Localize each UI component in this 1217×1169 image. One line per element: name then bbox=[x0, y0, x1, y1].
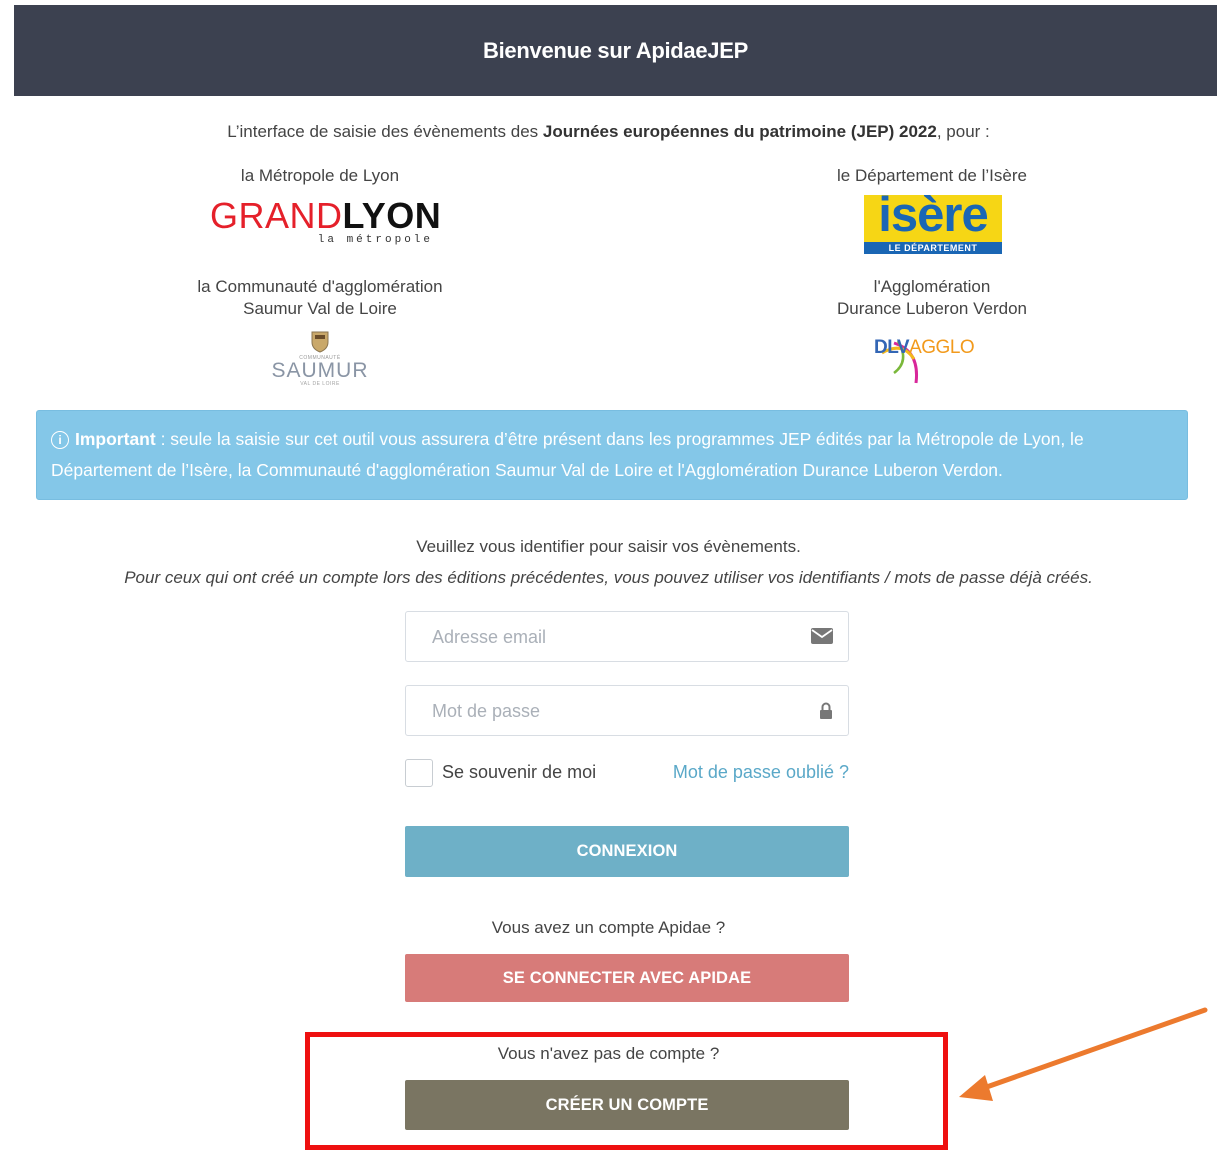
intro-suffix: , pour : bbox=[936, 122, 990, 141]
apidae-login-button[interactable]: SE CONNECTER AVEC APIDAE bbox=[405, 954, 849, 1002]
login-note: Pour ceux qui ont créé un compte lors de… bbox=[124, 568, 1093, 587]
forgot-password-link[interactable]: Mot de passe oublié ? bbox=[673, 762, 849, 783]
info-circle-icon: i bbox=[51, 431, 69, 449]
saumur-logo-sub: VAL DE LOIRE bbox=[300, 381, 340, 387]
login-instruction: Veuillez vous identifier pour saisir vos… bbox=[416, 537, 801, 556]
password-field[interactable] bbox=[405, 685, 849, 737]
alert-bold-label: Important bbox=[75, 429, 156, 449]
saumur-crest-icon bbox=[311, 331, 329, 353]
isere-logo: isère LE DÉPARTEMENT bbox=[864, 189, 1002, 254]
isere-logo-sub: LE DÉPARTEMENT bbox=[864, 242, 1002, 254]
dlva-logo: DLVAGGLO bbox=[872, 333, 994, 387]
intro-bold: Journées européennes du patrimoine (JEP)… bbox=[542, 122, 937, 141]
partner-label-isere: le Département de l’Isère bbox=[837, 166, 1027, 185]
partner-label-dlva: l'Agglomération Durance Luberon Verdon bbox=[732, 276, 1132, 320]
page-title: Bienvenue sur ApidaeJEP bbox=[483, 37, 748, 63]
intro-prefix: L’interface de saisie des évènements des bbox=[227, 122, 543, 141]
remember-me-checkbox[interactable] bbox=[405, 759, 433, 787]
connexion-button[interactable]: CONNEXION bbox=[405, 826, 849, 877]
highlight-box bbox=[305, 1032, 948, 1150]
dlva-logo-dlv: DLV bbox=[874, 337, 910, 358]
envelope-icon bbox=[811, 628, 833, 644]
intro-text: L’interface de saisie des évènements des… bbox=[0, 122, 1217, 142]
alert-text: : seule la saisie sur cet outil vous ass… bbox=[51, 429, 1084, 480]
grandlyon-logo-grand: GRAND bbox=[210, 195, 343, 236]
password-input[interactable] bbox=[430, 686, 794, 737]
important-alert: i Important : seule la saisie sur cet out… bbox=[36, 410, 1188, 500]
isere-logo-main: isère bbox=[878, 188, 988, 242]
apidae-question: Vous avez un compte Apidae ? bbox=[491, 918, 726, 937]
grandlyon-logo-lyon: LYON bbox=[342, 195, 442, 236]
partner-label-saumur: la Communauté d'agglomération Saumur Val… bbox=[120, 276, 520, 320]
saumur-logo-main: SAUMUR bbox=[271, 359, 369, 382]
dlva-logo-agglo: AGGLO bbox=[909, 337, 975, 358]
partner-label-saumur-line1: la Communauté d'agglomération bbox=[197, 277, 443, 296]
partner-label-saumur-line2: Saumur Val de Loire bbox=[243, 299, 397, 318]
partner-label-dlva-line1: l'Agglomération bbox=[873, 277, 991, 296]
lock-icon bbox=[820, 702, 832, 719]
partner-label-lyon: la Métropole de Lyon bbox=[240, 166, 400, 185]
saumur-logo: COMMUNAUTÉ SAUMUR VAL DE LOIRE bbox=[268, 329, 372, 389]
grandlyon-logo: GRANDLYON la métropole bbox=[210, 195, 441, 249]
page-header: Bienvenue sur ApidaeJEP bbox=[14, 5, 1217, 96]
grandlyon-logo-sub: la métropole bbox=[317, 234, 433, 246]
arrow-annotation-icon bbox=[959, 1007, 1208, 1101]
email-field[interactable] bbox=[405, 611, 849, 663]
remember-me-label[interactable]: Se souvenir de moi bbox=[442, 762, 596, 783]
partner-label-dlva-line2: Durance Luberon Verdon bbox=[837, 299, 1027, 318]
email-input[interactable] bbox=[430, 612, 794, 663]
